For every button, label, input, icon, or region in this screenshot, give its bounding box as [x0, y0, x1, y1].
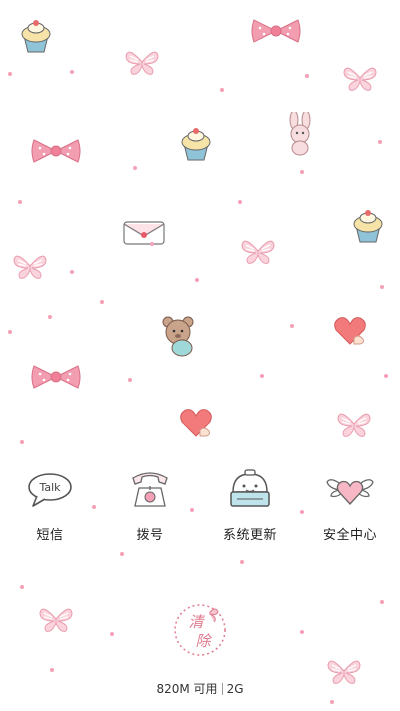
- memory-available: 820M 可用: [156, 682, 218, 696]
- bunny-decoration: [289, 112, 311, 156]
- dot-decoration: [300, 630, 304, 634]
- app-sms[interactable]: Talk 短信: [0, 468, 100, 543]
- butterfly-decoration: [13, 255, 47, 279]
- app-security-center[interactable]: 安全中心: [300, 468, 400, 543]
- butterfly-decoration: [39, 608, 73, 632]
- telephone-icon: [132, 472, 168, 507]
- heart-decoration: [180, 409, 212, 437]
- dot-decoration: [70, 270, 74, 274]
- envelope-decoration: [123, 221, 165, 245]
- app-dialer[interactable]: 拨号: [100, 468, 200, 543]
- dot-decoration: [48, 315, 52, 319]
- dot-decoration: [100, 300, 104, 304]
- app-label: 短信: [36, 528, 64, 543]
- dot-decoration: [240, 560, 244, 564]
- dot-decoration: [50, 668, 54, 672]
- winged-heart-icon: [326, 479, 374, 505]
- dot-decoration: [133, 166, 137, 170]
- clean-label-bottom: 除: [195, 632, 212, 650]
- dot-decoration: [300, 170, 304, 174]
- memory-separator: [221, 683, 223, 695]
- dot-decoration: [290, 324, 294, 328]
- cupcake-decoration: [181, 128, 211, 161]
- app-label: 系统更新: [222, 528, 277, 543]
- clean-memory-button[interactable]: 清 除: [172, 602, 228, 658]
- cupcake-decoration: [353, 210, 383, 243]
- dot-decoration: [18, 200, 22, 204]
- dot-decoration: [8, 330, 12, 334]
- dot-decoration: [380, 285, 384, 289]
- dot-decoration: [260, 374, 264, 378]
- butterfly-decoration: [241, 240, 275, 264]
- dot-decoration: [128, 378, 132, 382]
- dot-decoration: [195, 278, 199, 282]
- dot-decoration: [330, 700, 334, 704]
- app-label: 安全中心: [322, 528, 377, 543]
- bow-decoration: [31, 365, 81, 389]
- butterfly-decoration: [125, 51, 159, 75]
- bear-decoration: [162, 316, 194, 357]
- dot-decoration: [110, 632, 114, 636]
- dot-decoration: [220, 88, 224, 92]
- app-label: 拨号: [136, 528, 164, 543]
- radio-icon: [230, 469, 270, 507]
- app-system-update[interactable]: 系统更新: [200, 468, 300, 543]
- dot-decoration: [384, 374, 388, 378]
- talk-bubble-icon: Talk: [28, 473, 72, 507]
- memory-total: 2G: [226, 682, 244, 696]
- butterfly-decoration: [337, 413, 371, 437]
- dot-decoration: [20, 440, 24, 444]
- clean-label-top: 清: [188, 613, 205, 631]
- dot-decoration: [380, 600, 384, 604]
- heart-decoration: [334, 317, 366, 345]
- dot-decoration: [305, 74, 309, 78]
- svg-text:Talk: Talk: [38, 481, 61, 494]
- dot-decoration: [20, 585, 24, 589]
- cupcake-decoration: [21, 20, 51, 53]
- bow-decoration: [251, 19, 301, 43]
- dot-decoration: [8, 72, 12, 76]
- dot-decoration: [150, 242, 154, 246]
- dot-decoration: [70, 70, 74, 74]
- memory-status: 820M 可用 2G: [0, 680, 400, 697]
- bow-decoration: [31, 139, 81, 163]
- dot-decoration: [238, 200, 242, 204]
- dot-decoration: [378, 140, 382, 144]
- dot-decoration: [120, 552, 124, 556]
- butterfly-decoration: [343, 67, 377, 91]
